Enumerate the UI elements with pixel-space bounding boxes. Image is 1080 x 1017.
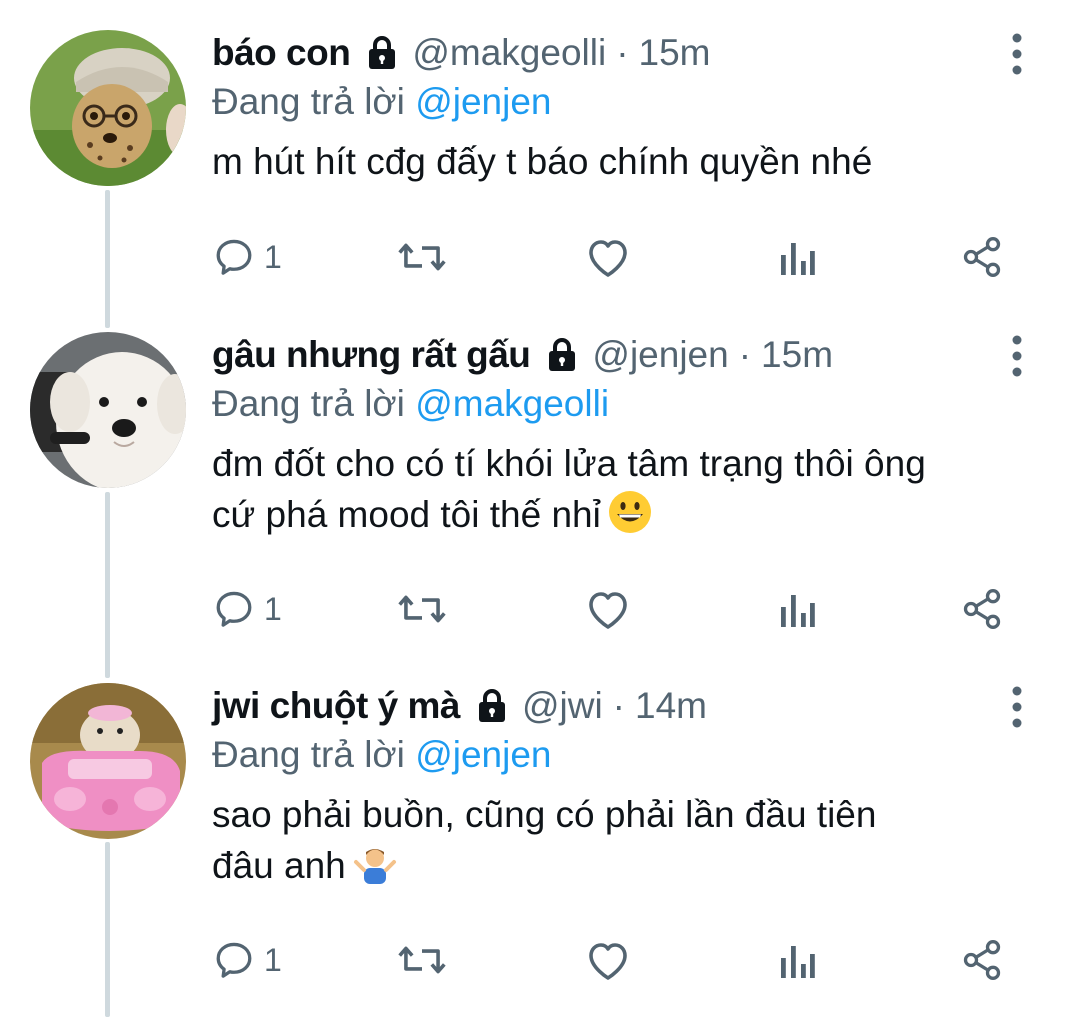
tweet-text-line: đâu anh [212, 845, 346, 886]
reply-icon [216, 942, 252, 978]
tweet-header: gâu nhưng rất gấu @jenjen · 15m [212, 332, 1040, 378]
like-button[interactable] [584, 584, 632, 634]
share-button[interactable] [960, 232, 1004, 282]
timestamp[interactable]: 14m [635, 683, 707, 729]
analytics-icon [781, 595, 815, 627]
mention-link[interactable]: @jenjen [415, 81, 551, 122]
tweet-text-line: cứ phá mood tôi thế nhỉ [212, 494, 601, 535]
lock-icon [362, 33, 402, 73]
separator-dot: · [612, 685, 625, 726]
retweet-button[interactable] [397, 584, 447, 634]
share-button[interactable] [960, 935, 1004, 985]
reply-icon [216, 591, 252, 627]
tweet-text-line-with-emoji: cứ phá mood tôi thế nhỉ [212, 489, 1040, 540]
tweet[interactable]: gâu nhưng rất gấu @jenjen · 15m Đang trả… [0, 332, 1080, 652]
replying-to-label: Đang trả lời [212, 383, 405, 424]
retweet-button[interactable] [397, 935, 447, 985]
retweet-icon [398, 595, 446, 623]
avatar[interactable] [30, 683, 186, 839]
tweet[interactable]: jwi chuột ý mà @jwi · 14m Đang trả lời @… [0, 683, 1080, 1003]
display-name[interactable]: gâu nhưng rất gấu [212, 332, 531, 378]
tweet-header: jwi chuột ý mà @jwi · 14m [212, 683, 1040, 729]
analytics-button[interactable] [777, 935, 817, 985]
more-vertical-icon [1012, 335, 1022, 377]
separator-dot: · [738, 334, 752, 375]
heart-icon [589, 592, 627, 629]
tweet-content: jwi chuột ý mà @jwi · 14m Đang trả lời @… [212, 683, 1040, 891]
tweet-text: sao phải buồn, cũng có phải lần đầu tiên… [212, 790, 1040, 891]
more-vertical-icon [1012, 686, 1022, 728]
tweet-header: báo con @makgeolli · 15m [212, 30, 1040, 76]
replying-to: Đang trả lời @jenjen [212, 732, 1040, 778]
analytics-button[interactable] [777, 584, 817, 634]
tweet-text-line: m hút hít cđg đấy t báo chính quyền nhé [212, 141, 873, 182]
mention-link[interactable]: @makgeolli [415, 383, 609, 424]
tweet-text: đm đốt cho có tí khói lửa tâm trạng thôi… [212, 439, 1040, 540]
reply-icon [216, 239, 252, 275]
display-name[interactable]: báo con [212, 30, 351, 76]
hamster-pink-car-avatar [30, 683, 186, 839]
like-button[interactable] [584, 232, 632, 282]
more-options-button[interactable] [1004, 334, 1030, 378]
tweet-actions: 1 [212, 232, 1012, 282]
display-name[interactable]: jwi chuột ý mà [212, 683, 460, 729]
tweet-text-line-with-emoji: đâu anh [212, 840, 1040, 891]
retweet-icon [398, 243, 446, 271]
user-handle[interactable]: @makgeolli [412, 30, 606, 76]
reply-count: 1 [264, 590, 282, 627]
analytics-icon [781, 243, 815, 275]
more-options-button[interactable] [1004, 32, 1030, 76]
separator-dot: · [616, 32, 629, 73]
replying-to: Đang trả lời @makgeolli [212, 381, 1040, 427]
replying-to: Đang trả lời @jenjen [212, 79, 1040, 125]
grinning-face-emoji-icon [607, 489, 653, 535]
heart-icon [589, 943, 627, 980]
tweet-text-line: đm đốt cho có tí khói lửa tâm trạng thôi… [212, 443, 926, 484]
analytics-button[interactable] [777, 232, 817, 282]
tweet-content: gâu nhưng rất gấu @jenjen · 15m Đang trả… [212, 332, 1040, 540]
avatar[interactable] [30, 332, 186, 488]
heart-icon [589, 240, 627, 277]
timestamp[interactable]: 15m [761, 332, 833, 378]
white-dog-avatar [30, 332, 186, 488]
tweet-actions: 1 [212, 584, 1012, 634]
reply-count: 1 [264, 941, 282, 978]
analytics-icon [781, 946, 815, 978]
cheetah-cub-avatar [30, 30, 186, 186]
tweet[interactable]: báo con @makgeolli · 15m Đang trả lời @j… [0, 30, 1080, 290]
reply-count: 1 [264, 238, 282, 275]
share-button[interactable] [960, 584, 1004, 634]
reply-button[interactable]: 1 [212, 584, 282, 634]
mention-link[interactable]: @jenjen [415, 734, 551, 775]
retweet-icon [398, 946, 446, 974]
retweet-button[interactable] [397, 232, 447, 282]
avatar[interactable] [30, 30, 186, 186]
reply-button[interactable]: 1 [212, 935, 282, 985]
like-button[interactable] [584, 935, 632, 985]
timestamp[interactable]: 15m [639, 30, 711, 76]
share-icon [963, 237, 1001, 277]
lock-icon [472, 686, 512, 726]
tweet-actions: 1 [212, 935, 1012, 985]
reply-button[interactable]: 1 [212, 232, 282, 282]
share-icon [963, 940, 1001, 980]
replying-to-label: Đang trả lời [212, 81, 405, 122]
tweet-content: báo con @makgeolli · 15m Đang trả lời @j… [212, 30, 1040, 187]
user-handle[interactable]: @jenjen [592, 332, 728, 378]
user-handle[interactable]: @jwi [522, 683, 603, 729]
tweet-text: m hút hít cđg đấy t báo chính quyền nhé [212, 137, 1040, 187]
tweet-text-line: sao phải buồn, cũng có phải lần đầu tiên [212, 794, 877, 835]
more-vertical-icon [1012, 33, 1022, 75]
replying-to-label: Đang trả lời [212, 734, 405, 775]
more-options-button[interactable] [1004, 685, 1030, 729]
share-icon [963, 589, 1001, 629]
lock-icon [542, 335, 582, 375]
person-shrugging-emoji-icon [352, 840, 398, 886]
